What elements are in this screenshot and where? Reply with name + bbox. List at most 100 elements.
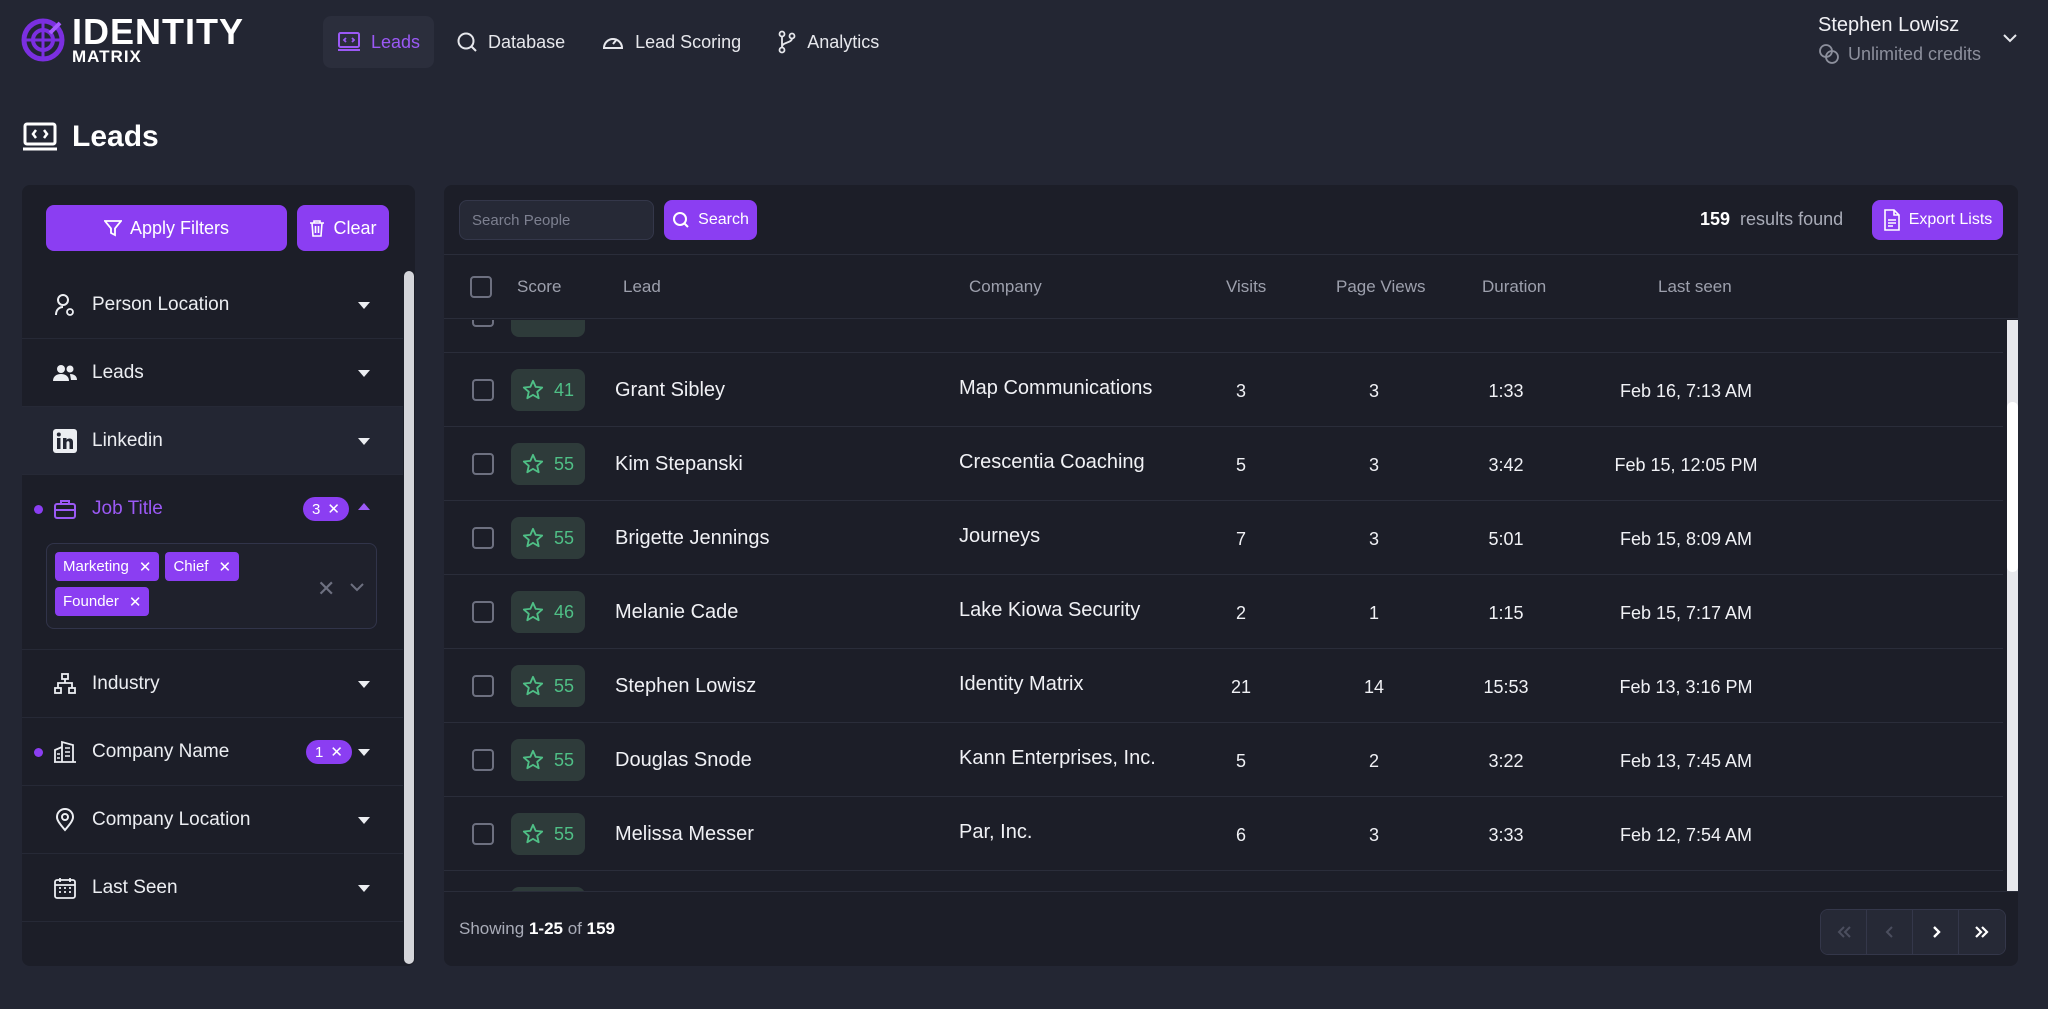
lead-name[interactable]: Kim Stepanski	[615, 453, 743, 476]
table-row[interactable]: 46 Melanie Cade Lake Kiowa Security 2 1 1:15 F…	[444, 575, 2003, 649]
row-checkbox[interactable]	[472, 453, 494, 475]
filter-count-badge[interactable]: 3 ✕	[303, 497, 349, 521]
table-row[interactable]: 55 Brigette Jennings Journeys 7 3 5:01 Feb 15,…	[444, 501, 2003, 575]
header-page-views[interactable]: Page Views	[1336, 277, 1425, 297]
table-row[interactable]	[444, 320, 2003, 353]
last-seen-value: Feb 15, 12:05 PM	[1614, 455, 1758, 475]
score-value: 55	[553, 749, 575, 770]
chevron-down-icon[interactable]	[349, 582, 365, 592]
table-toolbar: Search 159 results found Export Lists	[444, 185, 2018, 255]
header-lead[interactable]: Lead	[623, 277, 661, 297]
lead-name[interactable]: Brigette Jennings	[615, 527, 770, 550]
select-all-checkbox[interactable]	[470, 276, 492, 298]
company-name[interactable]: Identity Matrix	[959, 673, 1083, 696]
nav-analytics[interactable]: Analytics	[763, 16, 893, 68]
company-name[interactable]: Lake Kiowa Security	[959, 599, 1140, 622]
row-checkbox[interactable]	[472, 675, 494, 697]
table-row[interactable]: 55 Melissa Messer Par, Inc. 6 3 3:33 Feb 12, 7…	[444, 797, 2003, 871]
filter-linkedin[interactable]: Linkedin	[22, 407, 403, 475]
score-value: 46	[553, 601, 575, 622]
export-lists-button[interactable]: Export Lists	[1872, 200, 2003, 240]
sidebar-scrollbar[interactable]	[404, 271, 414, 964]
table-row[interactable]: 55 Douglas Snode Kann Enterprises, Inc. 5 2 3…	[444, 723, 2003, 797]
filter-count-badge[interactable]: 1 ✕	[306, 740, 352, 764]
table-row[interactable]: 55 Kim Stepanski Crescentia Coaching 5 3 3:42…	[444, 427, 2003, 501]
close-icon[interactable]: ✕	[139, 558, 152, 576]
row-checkbox[interactable]	[472, 320, 494, 327]
brand-logo[interactable]: IDENTITY MATRIX	[20, 14, 244, 65]
page-views-value: 3	[1368, 825, 1380, 845]
filter-company-name[interactable]: Company Name 1 ✕	[22, 718, 403, 786]
filter-leads[interactable]: Leads	[22, 339, 403, 407]
table-footer: Showing 1-25 of 159	[444, 891, 2018, 966]
nav-leads[interactable]: Leads	[323, 16, 435, 68]
table-row[interactable]	[444, 871, 2003, 891]
nav-lead-scoring[interactable]: Lead Scoring	[587, 16, 755, 68]
filter-industry[interactable]: Industry	[22, 650, 403, 718]
prev-page-button[interactable]	[1867, 910, 1913, 954]
search-input[interactable]	[459, 200, 654, 240]
company-name[interactable]: Kann Enterprises, Inc.	[959, 747, 1156, 770]
lead-name[interactable]: Grant Sibley	[615, 379, 725, 402]
filter-person-location[interactable]: Person Location	[22, 271, 403, 339]
table-row[interactable]: 41 Grant Sibley Map Communications 3 3 1:33 Fe…	[444, 353, 2003, 427]
filter-label: Linkedin	[92, 429, 163, 451]
first-page-button[interactable]	[1821, 910, 1867, 954]
last-seen-value: Feb 15, 8:09 AM	[1619, 529, 1753, 549]
clear-button[interactable]: Clear	[297, 205, 389, 251]
row-checkbox[interactable]	[472, 823, 494, 845]
table-row[interactable]: 55 Stephen Lowisz Identity Matrix 21 14 15:53…	[444, 649, 2003, 723]
close-icon[interactable]: ✕	[129, 593, 142, 611]
chevron-down-icon[interactable]	[2002, 32, 2018, 44]
lead-name[interactable]: Melanie Cade	[615, 601, 738, 624]
results-count: 159 results found	[1700, 209, 1843, 230]
briefcase-icon	[54, 500, 76, 519]
buildings-icon	[54, 740, 76, 763]
filter-last-seen[interactable]: Last Seen	[22, 854, 403, 922]
clear-all-icon[interactable]: ✕	[317, 576, 335, 602]
company-name[interactable]: Par, Inc.	[959, 821, 1032, 844]
page-views-value: 1	[1368, 603, 1380, 623]
last-seen-value: Feb 13, 3:16 PM	[1619, 677, 1753, 697]
funnel-icon	[103, 220, 122, 237]
close-icon[interactable]: ✕	[218, 558, 231, 576]
tag-chip: Chief ✕	[165, 552, 240, 581]
table-scrollbar-thumb[interactable]	[2007, 402, 2018, 572]
company-name[interactable]: Map Communications	[959, 377, 1152, 400]
row-checkbox[interactable]	[472, 527, 494, 549]
visits-value: 7	[1235, 529, 1247, 549]
lead-name[interactable]: Stephen Lowisz	[615, 675, 756, 698]
tag-label: Marketing	[63, 558, 129, 575]
header-visits[interactable]: Visits	[1226, 277, 1266, 297]
leads-panel: Search 159 results found Export Lists Sc…	[444, 185, 2018, 966]
lead-name[interactable]: Melissa Messer	[615, 823, 754, 846]
next-page-button[interactable]	[1913, 910, 1959, 954]
search-button[interactable]: Search	[664, 200, 757, 240]
header-last-seen[interactable]: Last seen	[1658, 277, 1732, 297]
pagination-controls	[1820, 909, 2006, 955]
score-value: 55	[553, 675, 575, 696]
company-name[interactable]: Crescentia Coaching	[959, 451, 1145, 474]
nav-database[interactable]: Database	[442, 16, 579, 68]
lead-name[interactable]: Douglas Snode	[615, 749, 752, 772]
filter-company-location[interactable]: Company Location	[22, 786, 403, 854]
row-checkbox[interactable]	[472, 749, 494, 771]
active-dot	[34, 505, 43, 514]
double-chevron-right-icon	[1975, 926, 1989, 938]
company-name[interactable]: Journeys	[959, 525, 1040, 548]
last-page-button[interactable]	[1959, 910, 2005, 954]
duration-value: 3:42	[1488, 455, 1524, 475]
filter-job-title[interactable]: Job Title 3 ✕	[22, 475, 403, 543]
row-checkbox[interactable]	[472, 601, 494, 623]
row-checkbox[interactable]	[472, 379, 494, 401]
header-score[interactable]: Score	[517, 277, 561, 297]
apply-filters-button[interactable]: Apply Filters	[46, 205, 287, 251]
user-menu[interactable]: Stephen Lowisz Unlimited credits	[1818, 14, 1981, 65]
header-company[interactable]: Company	[969, 277, 1042, 297]
pagination-summary: Showing 1-25 of 159	[459, 919, 615, 939]
header-duration[interactable]: Duration	[1482, 277, 1546, 297]
caret-down-icon	[358, 681, 370, 688]
score-badge: 46	[511, 591, 585, 633]
job-title-tag-input[interactable]: Marketing ✕ Chief ✕ Founder ✕ ✕	[46, 543, 377, 629]
score-badge: 55	[511, 665, 585, 707]
